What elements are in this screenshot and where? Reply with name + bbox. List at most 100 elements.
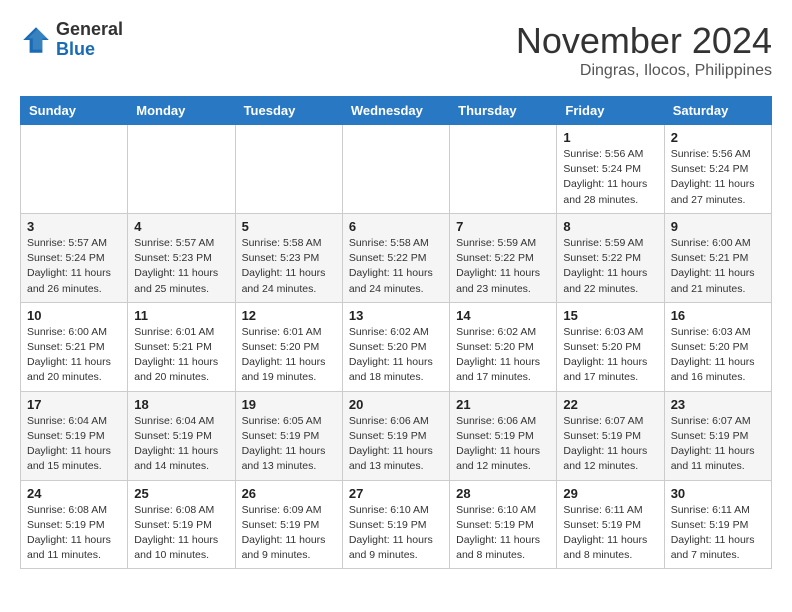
week-row-3: 17 Sunrise: 6:04 AM Sunset: 5:19 PM Dayli… bbox=[21, 391, 772, 480]
calendar-cell: 15 Sunrise: 6:03 AM Sunset: 5:20 PM Dayli… bbox=[557, 302, 664, 391]
day-info: Sunrise: 6:08 AM Sunset: 5:19 PM Dayligh… bbox=[27, 503, 121, 564]
header-wednesday: Wednesday bbox=[342, 97, 449, 125]
day-number: 28 bbox=[456, 486, 550, 501]
day-info: Sunrise: 6:00 AM Sunset: 5:21 PM Dayligh… bbox=[27, 325, 121, 386]
calendar-cell: 26 Sunrise: 6:09 AM Sunset: 5:19 PM Dayli… bbox=[235, 480, 342, 569]
day-number: 26 bbox=[242, 486, 336, 501]
calendar-cell bbox=[450, 125, 557, 214]
day-info: Sunrise: 5:58 AM Sunset: 5:23 PM Dayligh… bbox=[242, 236, 336, 297]
weekday-header-row: Sunday Monday Tuesday Wednesday Thursday… bbox=[21, 97, 772, 125]
day-number: 22 bbox=[563, 397, 657, 412]
week-row-4: 24 Sunrise: 6:08 AM Sunset: 5:19 PM Dayli… bbox=[21, 480, 772, 569]
calendar-cell: 1 Sunrise: 5:56 AM Sunset: 5:24 PM Daylig… bbox=[557, 125, 664, 214]
calendar-cell: 17 Sunrise: 6:04 AM Sunset: 5:19 PM Dayli… bbox=[21, 391, 128, 480]
day-number: 23 bbox=[671, 397, 765, 412]
calendar-cell: 3 Sunrise: 5:57 AM Sunset: 5:24 PM Daylig… bbox=[21, 213, 128, 302]
day-info: Sunrise: 6:01 AM Sunset: 5:21 PM Dayligh… bbox=[134, 325, 228, 386]
day-info: Sunrise: 6:07 AM Sunset: 5:19 PM Dayligh… bbox=[563, 414, 657, 475]
day-info: Sunrise: 5:57 AM Sunset: 5:24 PM Dayligh… bbox=[27, 236, 121, 297]
header-friday: Friday bbox=[557, 97, 664, 125]
day-info: Sunrise: 5:59 AM Sunset: 5:22 PM Dayligh… bbox=[456, 236, 550, 297]
day-info: Sunrise: 5:59 AM Sunset: 5:22 PM Dayligh… bbox=[563, 236, 657, 297]
calendar-cell: 13Sunrise: 6:02 AM Sunset: 5:20 PM Dayli… bbox=[342, 302, 449, 391]
calendar-cell bbox=[128, 125, 235, 214]
day-info: Sunrise: 5:56 AM Sunset: 5:24 PM Dayligh… bbox=[563, 147, 657, 208]
day-info: Sunrise: 6:05 AM Sunset: 5:19 PM Dayligh… bbox=[242, 414, 336, 475]
day-info: Sunrise: 6:06 AM Sunset: 5:19 PM Dayligh… bbox=[456, 414, 550, 475]
day-number: 25 bbox=[134, 486, 228, 501]
calendar-cell: 12Sunrise: 6:01 AM Sunset: 5:20 PM Dayli… bbox=[235, 302, 342, 391]
calendar-cell: 28Sunrise: 6:10 AM Sunset: 5:19 PM Dayli… bbox=[450, 480, 557, 569]
day-number: 7 bbox=[456, 219, 550, 234]
week-row-0: 1 Sunrise: 5:56 AM Sunset: 5:24 PM Daylig… bbox=[21, 125, 772, 214]
calendar-cell: 24 Sunrise: 6:08 AM Sunset: 5:19 PM Dayli… bbox=[21, 480, 128, 569]
day-number: 24 bbox=[27, 486, 121, 501]
week-row-2: 10 Sunrise: 6:00 AM Sunset: 5:21 PM Dayli… bbox=[21, 302, 772, 391]
day-info: Sunrise: 6:11 AM Sunset: 5:19 PM Dayligh… bbox=[563, 503, 657, 564]
header-saturday: Saturday bbox=[664, 97, 771, 125]
day-info: Sunrise: 6:07 AM Sunset: 5:19 PM Dayligh… bbox=[671, 414, 765, 475]
calendar-cell: 29 Sunrise: 6:11 AM Sunset: 5:19 PM Dayli… bbox=[557, 480, 664, 569]
day-info: Sunrise: 6:02 AM Sunset: 5:20 PM Dayligh… bbox=[456, 325, 550, 386]
calendar-cell: 25 Sunrise: 6:08 AM Sunset: 5:19 PM Dayli… bbox=[128, 480, 235, 569]
day-number: 4 bbox=[134, 219, 228, 234]
day-number: 21 bbox=[456, 397, 550, 412]
day-number: 10 bbox=[27, 308, 121, 323]
calendar-cell: 10 Sunrise: 6:00 AM Sunset: 5:21 PM Dayli… bbox=[21, 302, 128, 391]
day-info: Sunrise: 6:03 AM Sunset: 5:20 PM Dayligh… bbox=[671, 325, 765, 386]
header-tuesday: Tuesday bbox=[235, 97, 342, 125]
calendar-cell: 23 Sunrise: 6:07 AM Sunset: 5:19 PM Dayli… bbox=[664, 391, 771, 480]
day-info: Sunrise: 6:04 AM Sunset: 5:19 PM Dayligh… bbox=[27, 414, 121, 475]
calendar-cell: 11 Sunrise: 6:01 AM Sunset: 5:21 PM Dayli… bbox=[128, 302, 235, 391]
calendar-cell bbox=[21, 125, 128, 214]
day-number: 18 bbox=[134, 397, 228, 412]
day-number: 29 bbox=[563, 486, 657, 501]
calendar-cell: 22 Sunrise: 6:07 AM Sunset: 5:19 PM Dayli… bbox=[557, 391, 664, 480]
day-info: Sunrise: 5:56 AM Sunset: 5:24 PM Dayligh… bbox=[671, 147, 765, 208]
header-thursday: Thursday bbox=[450, 97, 557, 125]
calendar-cell: 5Sunrise: 5:58 AM Sunset: 5:23 PM Daylig… bbox=[235, 213, 342, 302]
logo-icon bbox=[20, 24, 52, 56]
day-number: 15 bbox=[563, 308, 657, 323]
logo-blue-text: Blue bbox=[56, 40, 123, 60]
day-info: Sunrise: 5:57 AM Sunset: 5:23 PM Dayligh… bbox=[134, 236, 228, 297]
day-info: Sunrise: 6:04 AM Sunset: 5:19 PM Dayligh… bbox=[134, 414, 228, 475]
calendar-cell: 20 Sunrise: 6:06 AM Sunset: 5:19 PM Dayli… bbox=[342, 391, 449, 480]
month-title: November 2024 bbox=[516, 20, 772, 62]
day-number: 3 bbox=[27, 219, 121, 234]
day-number: 12 bbox=[242, 308, 336, 323]
day-number: 30 bbox=[671, 486, 765, 501]
page: General Blue November 2024 Dingras, Iloc… bbox=[0, 0, 792, 589]
logo-general-text: General bbox=[56, 20, 123, 40]
day-info: Sunrise: 6:10 AM Sunset: 5:19 PM Dayligh… bbox=[349, 503, 443, 564]
day-number: 19 bbox=[242, 397, 336, 412]
day-number: 14 bbox=[456, 308, 550, 323]
calendar-cell: 21 Sunrise: 6:06 AM Sunset: 5:19 PM Dayli… bbox=[450, 391, 557, 480]
logo: General Blue bbox=[20, 20, 123, 60]
day-info: Sunrise: 6:02 AM Sunset: 5:20 PM Dayligh… bbox=[349, 325, 443, 386]
location: Dingras, Ilocos, Philippines bbox=[516, 62, 772, 80]
day-number: 1 bbox=[563, 130, 657, 145]
header-monday: Monday bbox=[128, 97, 235, 125]
day-info: Sunrise: 6:03 AM Sunset: 5:20 PM Dayligh… bbox=[563, 325, 657, 386]
day-info: Sunrise: 6:06 AM Sunset: 5:19 PM Dayligh… bbox=[349, 414, 443, 475]
calendar-cell: 7 Sunrise: 5:59 AM Sunset: 5:22 PM Daylig… bbox=[450, 213, 557, 302]
calendar-cell: 2Sunrise: 5:56 AM Sunset: 5:24 PM Daylig… bbox=[664, 125, 771, 214]
day-number: 27 bbox=[349, 486, 443, 501]
calendar-cell: 6Sunrise: 5:58 AM Sunset: 5:22 PM Daylig… bbox=[342, 213, 449, 302]
calendar-cell: 8Sunrise: 5:59 AM Sunset: 5:22 PM Daylig… bbox=[557, 213, 664, 302]
week-row-1: 3 Sunrise: 5:57 AM Sunset: 5:24 PM Daylig… bbox=[21, 213, 772, 302]
title-block: November 2024 Dingras, Ilocos, Philippin… bbox=[516, 20, 772, 80]
calendar-cell: 9Sunrise: 6:00 AM Sunset: 5:21 PM Daylig… bbox=[664, 213, 771, 302]
day-info: Sunrise: 6:08 AM Sunset: 5:19 PM Dayligh… bbox=[134, 503, 228, 564]
day-info: Sunrise: 6:11 AM Sunset: 5:19 PM Dayligh… bbox=[671, 503, 765, 564]
calendar: Sunday Monday Tuesday Wednesday Thursday… bbox=[20, 96, 772, 569]
day-number: 11 bbox=[134, 308, 228, 323]
day-number: 17 bbox=[27, 397, 121, 412]
day-info: Sunrise: 6:09 AM Sunset: 5:19 PM Dayligh… bbox=[242, 503, 336, 564]
calendar-cell: 14 Sunrise: 6:02 AM Sunset: 5:20 PM Dayli… bbox=[450, 302, 557, 391]
day-number: 9 bbox=[671, 219, 765, 234]
day-number: 20 bbox=[349, 397, 443, 412]
day-number: 16 bbox=[671, 308, 765, 323]
calendar-cell: 19 Sunrise: 6:05 AM Sunset: 5:19 PM Dayli… bbox=[235, 391, 342, 480]
